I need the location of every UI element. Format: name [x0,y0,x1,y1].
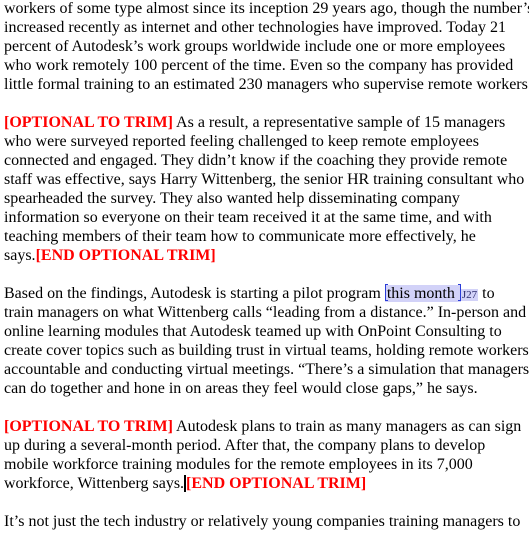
text-line: staff was effective, says Harry Wittenbe… [4,171,525,188]
text-line: who were surveyed reported feeling chall… [4,133,479,150]
text-line: up during a several-month period. After … [4,437,486,454]
text-line: online learning modules that Autodesk te… [4,323,502,340]
optional-trim-end-marker: [END OPTIONAL TRIM] [35,247,216,264]
text-line: teaching members of their team how to co… [4,228,476,245]
text-line: percent of Autodesk’s work groups worldw… [4,38,506,55]
text-run: to [478,285,495,302]
text-line: create cover topics such as building tru… [4,342,529,359]
text-run: Based on the findings, Autodesk is start… [4,285,385,302]
text-line: little formal training to an estimated 2… [4,76,529,93]
text-line: workers of some type almost since its in… [4,0,529,17]
text-line: increased recently as internet and other… [4,19,506,36]
document-body[interactable]: workers of some type almost since its in… [4,0,529,550]
commented-text: this month [386,285,459,302]
comment-range[interactable]: this month [384,284,461,302]
text-line: connected and engaged. They didn’t know … [4,152,508,169]
text-run: Autodesk plans to train as many managers… [172,418,522,435]
optional-trim-end-marker: [END OPTIONAL TRIM] [186,475,367,492]
text-run: says. [4,247,36,264]
text-run: workforce, Wittenberg says. [4,475,185,492]
comment-reference-marker[interactable]: J27 [460,289,479,301]
optional-trim-start-marker: [OPTIONAL TO TRIM] [4,418,173,435]
paragraph-5: It’s not just the tech industry or relat… [4,512,529,531]
paragraph-4: [OPTIONAL TO TRIM] Autodesk plans to tra… [4,417,529,493]
comment-end-bracket-icon [457,284,461,301]
text-line: Based on the findings, Autodesk is start… [4,284,529,303]
text-line: who work remotely 100 percent of the tim… [4,57,514,74]
text-line: can do together and hone in on areas the… [4,380,478,397]
comment-start-bracket-icon [384,284,388,301]
text-line: accountable and conducting virtual meeti… [4,361,529,378]
paragraph-1: workers of some type almost since its in… [4,0,529,94]
optional-trim-start-marker: [OPTIONAL TO TRIM] [4,114,173,131]
text-line: says.[END OPTIONAL TRIM] [4,246,529,265]
paragraph-2: [OPTIONAL TO TRIM] As a result, a repres… [4,113,529,265]
text-line: spearheaded the survey. They also wanted… [4,190,460,207]
text-line: train managers on what Wittenberg calls … [4,304,527,321]
paragraph-3: Based on the findings, Autodesk is start… [4,284,529,398]
text-line: workforce, Wittenberg says. [END OPTIONAL… [4,474,529,493]
text-line: mobile workforce training modules for th… [4,456,473,473]
text-line: It’s not just the tech industry or relat… [4,513,521,530]
text-line: information so everyone on their team re… [4,209,492,226]
text-line: [OPTIONAL TO TRIM] As a result, a repres… [4,113,529,132]
text-line: [OPTIONAL TO TRIM] Autodesk plans to tra… [4,417,529,436]
text-run: As a result, a representative sample of … [172,114,506,131]
